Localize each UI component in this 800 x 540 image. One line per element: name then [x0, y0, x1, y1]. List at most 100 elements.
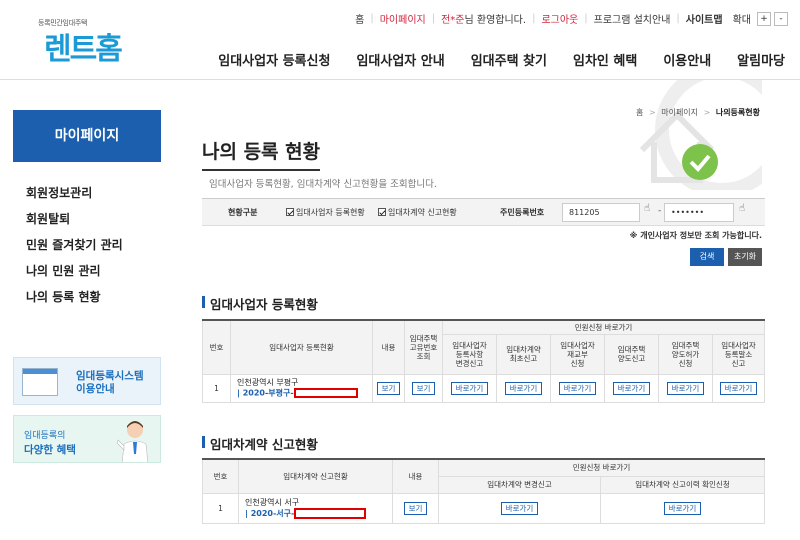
sidebar-item-favorites[interactable]: 민원 즐겨찾기 관리	[13, 232, 161, 258]
nav-landlord-guide[interactable]: 임대사업자 안내	[356, 50, 444, 69]
rrn-label: 주민등록번호	[500, 208, 545, 217]
util-home-link[interactable]: 홈	[355, 11, 364, 26]
row-address-text: 인천광역시 서구	[245, 497, 300, 507]
col-unique-no: 임대주택 고유번호 조회	[404, 319, 443, 375]
checkbox-icon	[286, 208, 294, 216]
col-lease-history: 임대차계약 신고이력 확인신청	[600, 475, 765, 494]
col-transfer-permit: 임대주택 양도허가 신청	[658, 333, 713, 375]
go-change-report-button[interactable]: 바로가기	[450, 381, 489, 395]
monitor-icon	[22, 368, 58, 396]
benefits-banner[interactable]: 임대등록의 다양한 혜택	[13, 415, 161, 463]
zoom-label: 확대	[732, 15, 751, 26]
reset-button[interactable]: 초기화	[728, 248, 762, 266]
nav-notice[interactable]: 알림마당	[737, 50, 785, 69]
main-content: 홈 > 마이페이지 > 나의등록현황 나의 등록 현황 임대사업자 등록현황, …	[202, 80, 765, 540]
lease-status-table: 번호 임대차계약 신고현황 내용 민원신청 바로가기 임대차계약 변경신고 임대…	[202, 458, 765, 524]
table-row: 1 인천광역시 부평구 | 2020-부평구- 보기 보기 바로가기 바로가기 …	[202, 373, 765, 403]
search-button[interactable]: 검색	[690, 248, 724, 266]
go-first-report-button[interactable]: 바로가기	[504, 381, 543, 395]
col-shortcut: 민원신청 바로가기	[438, 458, 765, 477]
breadcrumb-current: 나의등록현황	[715, 108, 760, 117]
col-status: 임대사업자 등록현황	[230, 319, 373, 375]
system-guide-text: 임대등록시스템 이용안내	[76, 370, 144, 395]
col-content: 내용	[372, 319, 405, 375]
utility-menu: 홈 | 마이페이지 | 전*준님 환영합니다. | 로그아웃 | 프로그램 설치…	[355, 11, 788, 26]
welcome-text: 전*준님 환영합니다.	[441, 11, 526, 26]
go-lease-change-button[interactable]: 바로가기	[500, 501, 539, 515]
nav-tenant-benefits[interactable]: 임차인 혜택	[573, 50, 637, 69]
user-name: 전*준	[441, 15, 465, 26]
redaction-box	[293, 387, 358, 398]
check-lease-status[interactable]: 임대차계약 신고현황	[378, 207, 457, 218]
house-check-illustration	[639, 80, 762, 190]
col-content: 내용	[392, 458, 439, 494]
welcome-message: 님 환영합니다.	[464, 15, 527, 26]
keypad-icon[interactable]: ☝	[739, 203, 745, 214]
sidebar-item-my-registration[interactable]: 나의 등록 현황	[13, 284, 161, 310]
page: 등록민간임대주택 렌트홈 홈 | 마이페이지 | 전*준님 환영합니다. | 로…	[0, 0, 800, 540]
person-illustration	[116, 421, 149, 462]
col-transfer-report: 임대주택 양도신고	[604, 333, 659, 375]
checkbox-icon	[378, 208, 386, 216]
header: 등록민간임대주택 렌트홈 홈 | 마이페이지 | 전*준님 환영합니다. | 로…	[0, 0, 800, 80]
breadcrumb: 홈 > 마이페이지 > 나의등록현황	[636, 108, 760, 117]
rrn-front-input[interactable]: 811205	[562, 203, 640, 222]
view-button[interactable]: 보기	[403, 501, 428, 515]
rrn-separator: -	[658, 206, 662, 216]
row-no: 1	[202, 492, 239, 524]
logo-text: 렌트홈	[44, 32, 123, 67]
col-reissue: 임대사업자 재교부 신청	[550, 333, 605, 375]
row-no: 1	[202, 373, 231, 403]
sidebar-item-my-petitions[interactable]: 나의 민원 관리	[13, 258, 161, 284]
redaction-box	[294, 507, 367, 519]
logout-link[interactable]: 로그아웃	[541, 11, 578, 26]
col-lease-change: 임대차계약 변경신고	[438, 475, 601, 494]
col-status: 임대차계약 신고현황	[238, 458, 393, 494]
nav-find-housing[interactable]: 임대주택 찾기	[471, 50, 547, 69]
go-lease-history-button[interactable]: 바로가기	[663, 501, 702, 515]
table-row: 1 인천광역시 서구 | 2020-서구- 보기 바로가기 바로가기	[202, 492, 765, 524]
row-address: 인천광역시 서구 | 2020-서구-	[238, 492, 393, 524]
system-guide-banner[interactable]: 임대등록시스템 이용안내	[13, 357, 161, 405]
col-no: 번호	[202, 319, 231, 375]
page-title: 나의 등록 현황	[202, 137, 321, 171]
row-address: 인천광역시 부평구 | 2020-부평구-	[230, 373, 373, 403]
section-title-lease: 임대차계약 신고현황	[202, 434, 318, 453]
sidebar-menu: 회원정보관리 회원탈퇴 민원 즐겨찾기 관리 나의 민원 관리 나의 등록 현황	[13, 180, 161, 310]
go-reissue-button[interactable]: 바로가기	[558, 381, 597, 395]
col-no: 번호	[202, 458, 239, 494]
view-button[interactable]: 보기	[376, 381, 401, 395]
program-install-link[interactable]: 프로그램 설치안내	[594, 11, 671, 26]
col-cancel-report: 임대사업자 등록말소 신고	[712, 333, 765, 375]
sidebar-title: 마이페이지	[13, 110, 161, 162]
logo[interactable]: 등록민간임대주택 렌트홈	[38, 10, 138, 67]
keypad-icon[interactable]: ☝	[644, 203, 650, 214]
page-description: 임대사업자 등록현황, 임대차계약 신고현황을 조회합니다.	[209, 179, 437, 190]
rrn-back-input[interactable]: •••••••	[664, 203, 734, 222]
view-unique-button[interactable]: 보기	[411, 381, 436, 395]
row-reg-number[interactable]: | 2020-서구-	[245, 509, 294, 518]
sidebar-item-withdraw[interactable]: 회원탈퇴	[13, 206, 161, 232]
sitemap-link[interactable]: 사이트맵	[686, 11, 723, 26]
col-change-report: 임대사업자 등록사항 변경신고	[442, 333, 497, 375]
zoom-in-button[interactable]: +	[757, 11, 771, 26]
check-landlord-status[interactable]: 임대사업자 등록현황	[286, 207, 365, 218]
nav-usage-guide[interactable]: 이용안내	[663, 50, 711, 69]
col-shortcut: 민원신청 바로가기	[442, 319, 765, 335]
row-reg-number[interactable]: | 2020-부평구-	[237, 388, 294, 397]
benefits-line2: 다양한 혜택	[24, 444, 76, 456]
go-transfer-report-button[interactable]: 바로가기	[612, 381, 651, 395]
go-transfer-permit-button[interactable]: 바로가기	[666, 381, 705, 395]
breadcrumb-mypage[interactable]: 마이페이지	[661, 108, 698, 117]
search-note: ※ 개인사업자 정보만 조회 가능합니다.	[629, 231, 762, 240]
util-mypage-link[interactable]: 마이페이지	[380, 11, 426, 26]
type-label: 현황구분	[228, 208, 258, 217]
nav-register[interactable]: 임대사업자 등록신청	[218, 50, 330, 69]
go-cancel-report-button[interactable]: 바로가기	[719, 381, 758, 395]
zoom-out-button[interactable]: -	[774, 11, 788, 26]
landlord-status-table: 번호 임대사업자 등록현황 내용 임대주택 고유번호 조회 민원신청 바로가기 …	[202, 319, 765, 403]
sidebar-item-member-info[interactable]: 회원정보관리	[13, 180, 161, 206]
breadcrumb-home[interactable]: 홈	[636, 108, 643, 117]
section-title-landlord: 임대사업자 등록현황	[202, 294, 318, 313]
search-bar: 현황구분 임대사업자 등록현황 임대차계약 신고현황 주민등록번호 811205…	[202, 198, 765, 226]
